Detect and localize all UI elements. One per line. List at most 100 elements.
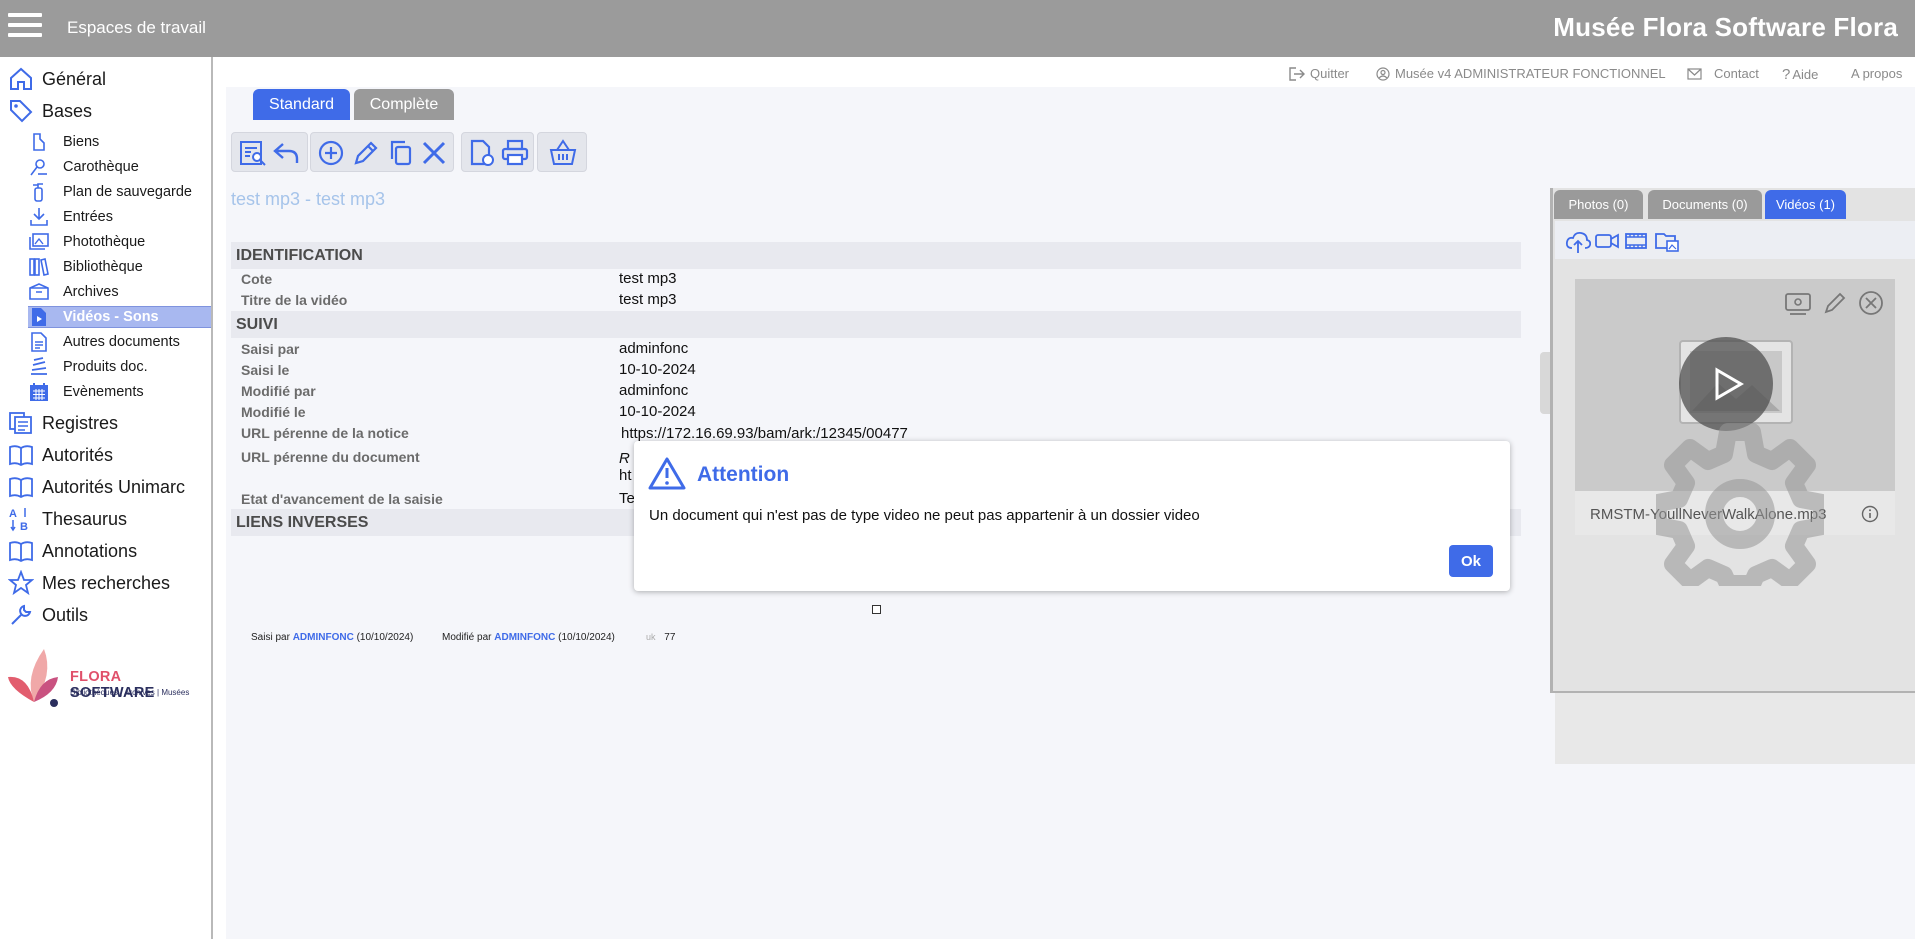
pencil-edit-icon[interactable] (351, 138, 381, 168)
sidebar-item-outils[interactable]: Outils (0, 600, 211, 630)
sidebar-sub-archives[interactable]: Archives (28, 281, 211, 303)
info-icon[interactable] (1861, 505, 1879, 523)
field-value-modifie-le: 10-10-2024 (619, 403, 696, 420)
sidebar-sub-autres-documents[interactable]: Autres documents (28, 331, 211, 353)
warning-triangle-icon (648, 457, 686, 490)
sidebar-sub-label: Evènements (63, 384, 144, 400)
sidebar-item-label: Registres (42, 412, 119, 433)
add-icon[interactable] (316, 138, 346, 168)
archive-box-icon (29, 283, 49, 300)
sidebar-item-label: Outils (42, 604, 89, 625)
footer-saisi-prefix: Saisi par (251, 632, 290, 643)
footer-saisi: Saisi par ADMINFONC (10/10/2024) (251, 632, 413, 643)
sidebar-item-label: Autorités (42, 444, 114, 465)
sidebar-sub-label: Biens (63, 134, 100, 150)
field-value-url-document-line1: R (619, 450, 630, 467)
sidebar-item-general[interactable]: Général (0, 64, 211, 94)
ok-button[interactable]: Ok (1449, 545, 1493, 577)
section-suivi[interactable]: SUIVI (231, 311, 1521, 338)
video-camera-icon[interactable] (1594, 228, 1620, 254)
folder-image-icon[interactable] (1654, 228, 1680, 254)
preview-icon[interactable] (1784, 289, 1812, 317)
app-brand: Musée Flora Software Flora (1553, 12, 1898, 42)
field-label-saisi-par: Saisi par (241, 341, 300, 357)
contact-label: Contact (1714, 66, 1759, 81)
user-profile-link[interactable]: Musée v4 ADMINISTRATEUR FONCTIONNEL (1376, 66, 1666, 81)
sidebar-sub-produits-doc[interactable]: Produits doc. (28, 356, 211, 378)
toolbar-group-export (461, 132, 534, 172)
sidebar-sub-carotheque[interactable]: Carothèque (28, 156, 211, 178)
tab-photos[interactable]: Photos (0) (1554, 190, 1643, 219)
about-link[interactable]: A propos (1851, 66, 1902, 81)
star-icon (8, 570, 34, 596)
file-export-icon[interactable] (467, 138, 497, 168)
pencil-icon[interactable] (1821, 289, 1849, 317)
footer-saisi-user-link[interactable]: ADMINFONC (293, 632, 354, 643)
workspaces-link[interactable]: Espaces de travail (67, 18, 206, 38)
field-value-url-document-line2[interactable]: ht (619, 467, 632, 484)
footer-saisi-date: (10/10/2024) (356, 632, 414, 643)
copy-icon[interactable] (386, 138, 416, 168)
sidebar-item-autorites-unimarc[interactable]: Autorités Unimarc (0, 472, 211, 502)
sidebar-sub-videos-sons[interactable]: Vidéos - Sons (28, 306, 211, 328)
sidebar-sub-phototheque[interactable]: Photothèque (28, 231, 211, 253)
footer-modifie-user-link[interactable]: ADMINFONC (494, 632, 555, 643)
delete-x-icon[interactable] (419, 138, 449, 168)
quit-link[interactable]: Quitter (1289, 66, 1349, 81)
sidebar-item-autorites[interactable]: Autorités (0, 440, 211, 470)
sidebar-sub-biens[interactable]: Biens (28, 131, 211, 153)
small-checkbox[interactable] (872, 605, 881, 614)
cloud-upload-icon[interactable] (1565, 228, 1591, 254)
toolbar-group-basket (537, 132, 587, 172)
sidebar-item-mes-recherches[interactable]: Mes recherches (0, 568, 211, 598)
flower-logo-icon (8, 649, 58, 707)
sidebar-item-label: Mes recherches (42, 572, 171, 593)
footer-uk: uk 77 (646, 632, 675, 643)
user-circle-icon (1376, 66, 1390, 81)
tab-complete[interactable]: Complète (354, 89, 454, 120)
sidebar-sub-label: Vidéos - Sons (63, 309, 159, 325)
sidebar-item-bases[interactable]: Bases (0, 96, 211, 126)
sidebar-sub-bibliotheque[interactable]: Bibliothèque (28, 256, 211, 278)
undo-icon[interactable] (271, 138, 301, 168)
sidebar-sub-plan-sauvegarde[interactable]: Plan de sauvegarde (28, 181, 211, 203)
panel-collapse-handle[interactable] (1540, 352, 1550, 414)
books-icon (29, 258, 49, 276)
book-icon (9, 445, 33, 467)
sidebar-sub-evenements[interactable]: Evènements (28, 381, 211, 403)
print-icon[interactable] (500, 138, 530, 168)
sidebar-sub-label: Plan de sauvegarde (63, 184, 192, 200)
toolbar-group-edit (310, 132, 454, 172)
sidebar-item-annotations[interactable]: Annotations (0, 536, 211, 566)
svg-text:B: B (20, 521, 28, 532)
section-identification[interactable]: IDENTIFICATION (231, 242, 1521, 269)
download-icon (30, 208, 48, 226)
hamburger-menu-icon[interactable] (8, 13, 42, 41)
basket-icon[interactable] (548, 138, 578, 168)
footer-uk-value: 77 (664, 632, 676, 643)
film-strip-icon[interactable] (1623, 228, 1649, 254)
about-label: A propos (1851, 66, 1903, 81)
footer-modifie-prefix: Modifié par (442, 632, 492, 643)
footer-modifie: Modifié par ADMINFONC (10/10/2024) (442, 632, 615, 643)
video-file-icon (32, 308, 46, 326)
stack-icon (31, 357, 47, 375)
tab-documents[interactable]: Documents (0) (1648, 190, 1762, 219)
tab-videos[interactable]: Vidéos (1) (1765, 190, 1846, 219)
close-circle-icon[interactable] (1857, 289, 1885, 317)
field-value-cote: test mp3 (619, 270, 677, 287)
flora-software-logo: FLORA SOFTWARE Bibliothèques | Archives … (6, 647, 206, 713)
svg-text:A: A (9, 508, 17, 520)
sidebar-sub-entrees[interactable]: Entrées (28, 206, 211, 228)
help-link[interactable]: ? Aide (1782, 66, 1818, 83)
extinguisher-icon (33, 183, 43, 202)
sidebar-item-thesaurus[interactable]: AB Thesaurus (0, 504, 211, 534)
contact-link[interactable]: Contact (1687, 66, 1759, 81)
field-value-url-notice[interactable]: https://172.16.69.93/bam/ark:/12345/0047… (621, 425, 908, 442)
sidebar-item-registres[interactable]: Registres (0, 408, 211, 438)
images-icon (29, 233, 49, 250)
search-list-icon[interactable] (238, 138, 268, 168)
registers-icon (9, 412, 32, 434)
field-value-saisi-par: adminfonc (619, 340, 689, 357)
tab-standard[interactable]: Standard (253, 89, 350, 120)
